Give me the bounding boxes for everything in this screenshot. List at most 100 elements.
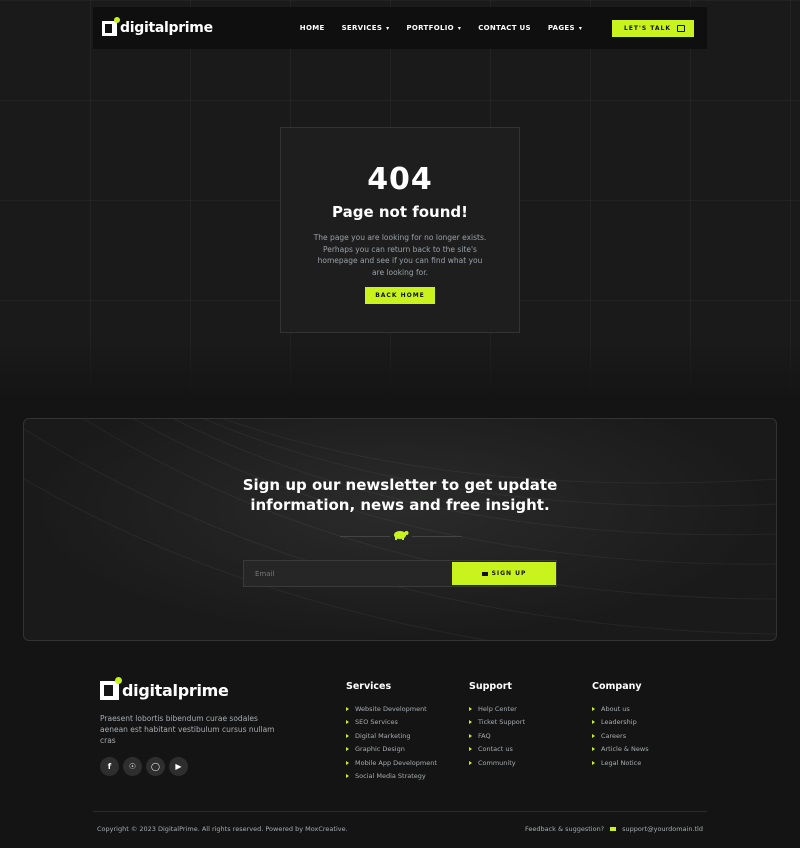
nav-label: PORTFOLIO	[406, 24, 454, 32]
footer-link[interactable]: About us	[592, 702, 649, 716]
bullet-icon	[346, 720, 349, 725]
footer-link[interactable]: Contact us	[469, 743, 525, 757]
bullet-icon	[592, 747, 595, 752]
footer-link[interactable]: Graphic Design	[346, 743, 437, 757]
bullet-icon	[346, 706, 349, 711]
footer-link-label: Website Development	[355, 704, 427, 713]
bullet-icon	[592, 720, 595, 725]
chevron-down-icon: ▾	[386, 24, 390, 32]
sign-up-button[interactable]: SIGN UP	[452, 562, 556, 585]
footer-link-label: Careers	[601, 731, 627, 740]
footer-link[interactable]: Article & News	[592, 743, 649, 757]
bullet-icon	[592, 733, 595, 738]
footer-link-label: About us	[601, 704, 630, 713]
footer-link[interactable]: SEO Services	[346, 716, 437, 730]
feedback-contact: Feedback & suggestion? support@yourdomai…	[525, 825, 703, 833]
logo-mark-icon	[102, 16, 120, 36]
bullet-icon	[592, 760, 595, 765]
nav-label: HOME	[299, 24, 325, 32]
chevron-down-icon: ▾	[578, 24, 583, 32]
footer-link-label: Digital Marketing	[355, 731, 411, 740]
error-card: 404 Page not found! The page you are loo…	[280, 127, 520, 333]
brand-logo[interactable]: digitalprime	[102, 16, 213, 36]
footer-logo[interactable]: digitalprime	[100, 677, 229, 700]
footer-link[interactable]: FAQ	[469, 729, 525, 743]
newsletter-section: Sign up our newsletter to get update inf…	[23, 418, 777, 641]
nav-item-pages[interactable]: PAGES ▾	[548, 24, 582, 32]
social-links: f ☉ ◯ ▶	[100, 757, 188, 776]
footer-brand-name: digitalprime	[122, 681, 229, 700]
nav-label: SERVICES	[341, 24, 383, 32]
back-home-button[interactable]: BACK HOME	[365, 287, 435, 304]
footer-column-company: Company About us Leadership Careers Arti…	[592, 681, 649, 770]
newsletter-title-line: Sign up our newsletter to get update	[242, 476, 558, 494]
footer-link[interactable]: Website Development	[346, 702, 437, 716]
bullet-icon	[469, 747, 472, 752]
lets-talk-label: LET'S TALK	[623, 24, 671, 32]
footer-link-label: Graphic Design	[355, 745, 405, 754]
newsletter-title: Sign up our newsletter to get update inf…	[24, 475, 776, 515]
logo-mark-icon	[100, 677, 122, 700]
mail-icon	[610, 827, 617, 831]
bullet-icon	[346, 733, 349, 738]
footer-link-label: FAQ	[478, 731, 491, 740]
mail-icon	[481, 571, 488, 576]
footer-link[interactable]: Digital Marketing	[346, 729, 437, 743]
nav-item-portfolio[interactable]: PORTFOLIO ▾	[406, 24, 461, 32]
footer-link[interactable]: Ticket Support	[469, 716, 525, 730]
footer-column-title: Company	[592, 681, 642, 692]
email-input[interactable]	[244, 561, 450, 586]
support-email-link[interactable]: support@yourdomain.tld	[622, 825, 703, 833]
divider-left	[340, 536, 390, 537]
footer-link[interactable]: Leadership	[592, 716, 649, 730]
footer-link[interactable]: Community	[469, 756, 525, 770]
chat-icon	[677, 24, 685, 32]
divider-right	[412, 536, 462, 537]
footer-link-label: Social Media Strategy	[355, 772, 426, 781]
dribbble-icon[interactable]: ☉	[123, 757, 142, 776]
footer-description: Praesent lobortis bibendum curae sodales…	[100, 714, 275, 745]
copyright-text: Copyright © 2023 DigitalPrime. All right…	[97, 825, 348, 833]
footer-link-label: Leadership	[601, 718, 637, 727]
footer-link[interactable]: Mobile App Development	[346, 756, 437, 770]
nav-item-contact[interactable]: CONTACT US	[478, 24, 531, 32]
footer-column-title: Services	[346, 681, 392, 692]
lets-talk-button[interactable]: LET'S TALK	[611, 19, 694, 37]
footer-column-support: Support Help Center Ticket Support FAQ C…	[469, 681, 525, 770]
instagram-icon[interactable]: ◯	[146, 757, 165, 776]
error-description: The page you are looking for no longer e…	[313, 233, 487, 277]
footer-link-label: Contact us	[478, 745, 513, 754]
footer-link-label: Ticket Support	[478, 718, 525, 727]
bullet-icon	[469, 760, 472, 765]
nav-label: PAGES	[547, 24, 575, 32]
bullet-icon	[346, 747, 349, 752]
footer-link[interactable]: Help Center	[469, 702, 525, 716]
newsletter-title-line: information, news and free insight.	[250, 496, 550, 514]
nav-item-home[interactable]: HOME	[300, 24, 325, 32]
footer-link-label: Community	[478, 758, 516, 767]
brand-name: digitalprime	[120, 20, 213, 36]
bullet-icon	[592, 706, 595, 711]
bullet-icon	[469, 733, 472, 738]
navbar: digitalprime HOME SERVICES ▾ PORTFOLIO ▾ C…	[93, 7, 707, 49]
error-code: 404	[367, 162, 433, 197]
newsletter-form: SIGN UP	[243, 560, 557, 587]
footer-divider	[93, 811, 707, 812]
footer-link[interactable]: Careers	[592, 729, 649, 743]
youtube-icon[interactable]: ▶	[169, 757, 188, 776]
footer-link[interactable]: Legal Notice	[592, 756, 649, 770]
bullet-icon	[469, 720, 472, 725]
footer-link[interactable]: Social Media Strategy	[346, 770, 437, 784]
turtle-icon	[394, 531, 409, 540]
error-title: Page not found!	[332, 203, 468, 221]
nav-item-services[interactable]: SERVICES ▾	[342, 24, 390, 32]
footer-link-label: Legal Notice	[601, 758, 642, 767]
footer-column-title: Support	[469, 681, 512, 692]
main-menu: HOME SERVICES ▾ PORTFOLIO ▾ CONTACT US PAG…	[300, 24, 582, 32]
bullet-icon	[346, 760, 349, 765]
chevron-down-icon: ▾	[457, 24, 462, 32]
facebook-icon[interactable]: f	[100, 757, 119, 776]
bullet-icon	[346, 774, 349, 779]
footer-link-label: Help Center	[478, 704, 517, 713]
sign-up-label: SIGN UP	[491, 570, 527, 577]
